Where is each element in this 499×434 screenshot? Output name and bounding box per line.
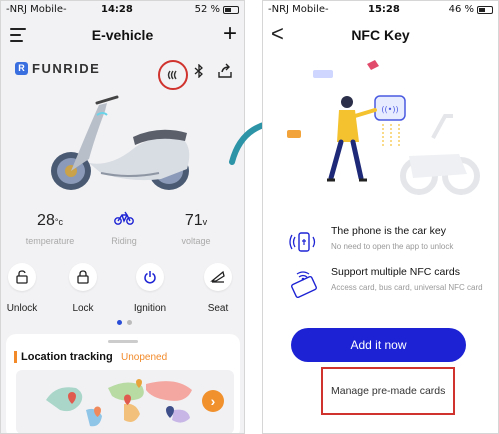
battery-icon xyxy=(223,5,239,14)
feature-subtitle: No need to open the app to unlock xyxy=(331,242,454,251)
voltage-label: voltage xyxy=(181,236,211,246)
clock: 15:28 xyxy=(368,4,400,15)
lock-label: Lock xyxy=(72,303,94,314)
world-map: › xyxy=(16,370,234,433)
brand-logo: R FUNRIDE xyxy=(15,61,100,76)
page-title: E-vehicle xyxy=(91,27,154,43)
voltage-value: 71 xyxy=(184,212,203,229)
manage-pre-made-cards-label: Manage pre-made cards xyxy=(331,385,446,397)
carrier-label: -NRJ Mobile- xyxy=(268,4,329,15)
riding-label: Riding xyxy=(111,236,137,246)
open-location-button[interactable]: › xyxy=(202,390,224,412)
voltage-unit: v xyxy=(202,217,208,227)
vehicle-stats: 28°c temperature Riding 71v voltage xyxy=(1,211,244,251)
bluetooth-icon[interactable] xyxy=(194,63,204,81)
voltage-stat: 71v voltage xyxy=(161,211,231,246)
unlock-icon xyxy=(16,270,28,284)
carrier-label: -NRJ Mobile- xyxy=(6,4,67,15)
location-tracking-card[interactable]: Location tracking Unopened › xyxy=(6,334,240,433)
nfc-icon xyxy=(167,70,177,80)
unlock-button[interactable]: Unlock xyxy=(1,263,47,314)
share-icon[interactable] xyxy=(217,63,233,79)
temperature-unit: °c xyxy=(54,217,63,227)
nfc-card-icon xyxy=(291,271,317,298)
status-bar: -NRJ Mobile- 14:28 52 % xyxy=(1,1,244,19)
seat-icon xyxy=(210,270,225,283)
page-title: NFC Key xyxy=(351,27,410,43)
vehicle-controls: Unlock Lock Ignition Seat xyxy=(1,263,244,314)
manage-pre-made-cards-button[interactable]: Manage pre-made cards xyxy=(321,367,455,415)
location-state-badge: Unopened xyxy=(121,352,168,363)
temperature-stat: 28°c temperature xyxy=(15,211,85,246)
power-icon xyxy=(144,271,156,284)
page-dot-active xyxy=(117,320,122,325)
lock-icon xyxy=(77,270,89,284)
location-title: Location tracking xyxy=(21,351,113,363)
page-dot xyxy=(127,320,132,325)
unlock-label: Unlock xyxy=(6,303,38,314)
temperature-label: temperature xyxy=(25,236,75,246)
seat-button[interactable]: Seat xyxy=(193,263,243,314)
top-bar: E-vehicle + xyxy=(1,19,244,51)
lock-button[interactable]: Lock xyxy=(58,263,108,314)
bicycle-icon xyxy=(114,211,134,225)
riding-stat: Riding xyxy=(89,211,159,246)
e-vehicle-screen: -NRJ Mobile- 14:28 52 % E-vehicle + R FU… xyxy=(0,0,245,434)
add-it-now-button[interactable]: Add it now xyxy=(291,328,466,362)
svg-text:((•)): ((•)) xyxy=(381,105,398,114)
scooter-image xyxy=(51,95,190,190)
battery-percent: 52 % xyxy=(194,4,220,15)
top-bar: < NFC Key xyxy=(263,19,498,51)
plus-icon[interactable]: + xyxy=(223,22,237,46)
drag-handle[interactable] xyxy=(108,340,138,343)
feature-title: The phone is the car key xyxy=(331,225,446,237)
section-marker xyxy=(14,351,17,363)
battery-percent: 46 % xyxy=(448,4,474,15)
ignition-label: Ignition xyxy=(133,303,167,314)
nfc-illustration: ((•)) xyxy=(287,60,480,195)
nfc-key-screen: -NRJ Mobile- 15:28 46 % < NFC Key ((•)) xyxy=(262,0,499,434)
feature-subtitle: Access card, bus card, universal NFC car… xyxy=(331,283,483,292)
brand-badge: R xyxy=(15,62,28,75)
feature-title: Support multiple NFC cards xyxy=(331,266,460,278)
temperature-value: 28 xyxy=(37,212,55,229)
battery-icon xyxy=(477,5,493,14)
brand-name: FUNRIDE xyxy=(32,61,101,76)
clock: 14:28 xyxy=(101,4,133,15)
phone-nfc-icon xyxy=(289,232,316,252)
nfc-button[interactable] xyxy=(158,60,188,90)
page-indicator xyxy=(117,320,132,325)
ignition-button[interactable]: Ignition xyxy=(125,263,175,314)
status-bar: -NRJ Mobile- 15:28 46 % xyxy=(263,1,498,19)
seat-label: Seat xyxy=(207,303,229,314)
